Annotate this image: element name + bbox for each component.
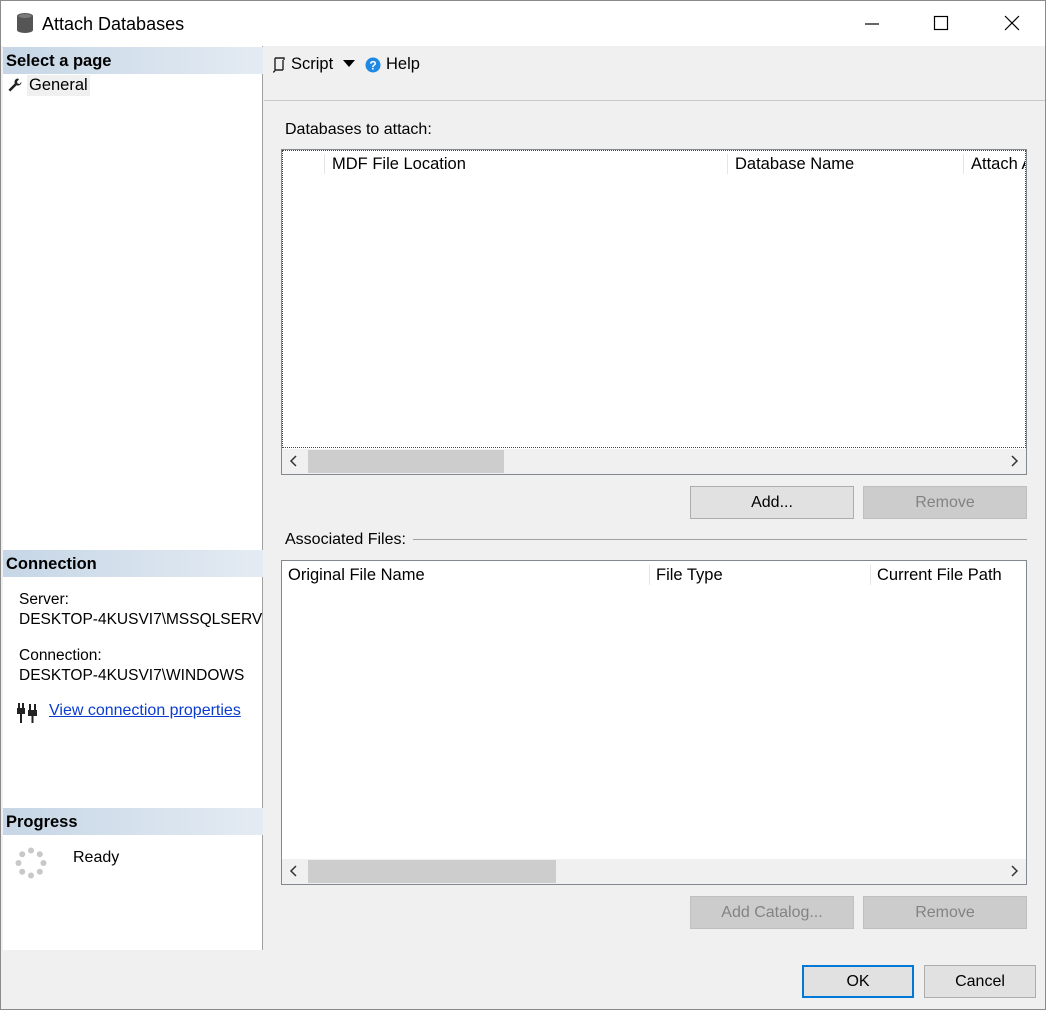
help-button[interactable]: ? Help	[365, 55, 420, 74]
associated-files-horizontal-scrollbar[interactable]	[282, 859, 1026, 884]
remove-file-button[interactable]: Remove	[863, 896, 1027, 929]
close-icon	[1004, 15, 1020, 31]
chevron-right-icon[interactable]	[1008, 455, 1020, 467]
add-catalog-button[interactable]: Add Catalog...	[690, 896, 854, 929]
script-dropdown-button[interactable]	[343, 60, 355, 68]
databases-horizontal-scrollbar[interactable]	[282, 449, 1026, 474]
column-header-attach-as[interactable]: Attach As	[971, 150, 1025, 176]
help-label: Help	[386, 55, 420, 73]
ok-button[interactable]: OK	[802, 965, 914, 998]
progress-header: Progress	[3, 808, 263, 835]
column-header-current-file-path[interactable]: Current File Path	[877, 561, 1025, 587]
chevron-right-icon[interactable]	[1008, 865, 1020, 877]
connection-header: Connection	[3, 550, 263, 577]
view-connection-properties-link[interactable]: View connection properties	[49, 702, 241, 720]
connection-label: Connection:	[19, 647, 102, 664]
progress-spinner-icon	[15, 847, 47, 879]
database-icon	[17, 13, 33, 33]
column-separator	[727, 154, 728, 174]
script-button[interactable]: Script	[271, 55, 333, 74]
column-separator	[324, 154, 325, 174]
column-separator	[963, 154, 964, 174]
minimize-icon	[865, 23, 879, 25]
associated-files-label: Associated Files:	[285, 531, 406, 548]
cancel-button[interactable]: Cancel	[924, 965, 1036, 998]
server-label: Server:	[19, 591, 69, 608]
server-value: DESKTOP-4KUSVI7\MSSQLSERVER	[19, 611, 263, 628]
databases-scroll-thumb[interactable]	[308, 450, 504, 473]
script-icon	[272, 56, 285, 73]
connection-plug-icon	[17, 703, 37, 723]
wrench-icon	[8, 78, 22, 92]
right-pane: Script ? Help Databases to attach: MDF F…	[264, 46, 1045, 950]
window-title: Attach Databases	[42, 14, 185, 34]
title-bar: Attach Databases	[1, 1, 1045, 46]
select-page-header: Select a page	[3, 47, 263, 74]
column-header-original-file-name[interactable]: Original File Name	[288, 561, 643, 587]
page-item-general[interactable]: General	[7, 74, 90, 96]
close-button[interactable]	[989, 1, 1035, 46]
minimize-button[interactable]	[849, 1, 895, 46]
column-header-mdf-file-location[interactable]: MDF File Location	[332, 150, 722, 176]
databases-grid[interactable]: MDF File Location Database Name Attach A…	[281, 149, 1027, 475]
progress-status: Ready	[73, 849, 120, 866]
toolbar: Script ? Help	[264, 46, 1045, 101]
attach-databases-window: Attach Databases Select a page General C…	[0, 0, 1046, 1010]
column-header-file-type[interactable]: File Type	[656, 561, 866, 587]
databases-to-attach-label: Databases to attach:	[285, 121, 432, 138]
script-label: Script	[291, 55, 334, 73]
column-separator	[870, 565, 871, 585]
databases-grid-focus-rect	[282, 150, 1026, 448]
add-button[interactable]: Add...	[690, 486, 854, 519]
associated-files-grid[interactable]: Original File Name File Type Current Fil…	[281, 560, 1027, 885]
associated-files-scroll-thumb[interactable]	[308, 860, 556, 883]
connection-value: DESKTOP-4KUSVI7\WINDOWS	[19, 667, 245, 684]
svg-text:?: ?	[369, 58, 376, 72]
chevron-left-icon[interactable]	[288, 455, 300, 467]
column-separator	[649, 565, 650, 585]
chevron-down-icon	[343, 60, 355, 67]
remove-database-button[interactable]: Remove	[863, 486, 1027, 519]
help-icon: ?	[365, 57, 381, 72]
maximize-icon	[933, 15, 949, 31]
left-pane: Select a page General Connection Server:…	[3, 46, 263, 950]
maximize-button[interactable]	[918, 1, 964, 46]
column-header-database-name[interactable]: Database Name	[735, 150, 960, 176]
page-item-label: General	[27, 74, 90, 96]
associated-files-divider	[413, 539, 1027, 540]
chevron-left-icon[interactable]	[288, 865, 300, 877]
